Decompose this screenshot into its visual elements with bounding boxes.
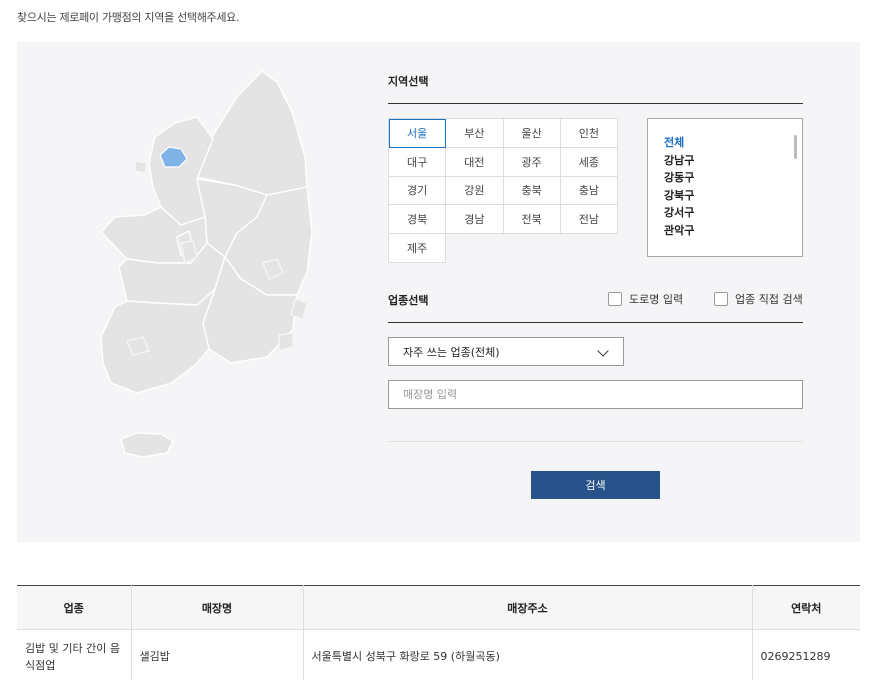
checkbox-box[interactable] — [714, 292, 728, 306]
region-cell[interactable]: 부산 — [446, 119, 504, 148]
table-cell: 샐김밥 — [131, 629, 304, 680]
category-divider — [388, 322, 803, 323]
map-region-gangwon — [196, 70, 308, 196]
region-cell[interactable]: 울산 — [503, 119, 561, 148]
region-cell[interactable]: 광주 — [503, 147, 561, 177]
table-cell: 0269251289 — [760, 650, 831, 664]
chevron-down-icon — [597, 345, 609, 357]
district-item[interactable]: 강북구 — [664, 187, 802, 205]
region-cell[interactable]: 경기 — [389, 176, 447, 206]
region-cell[interactable]: 전북 — [503, 205, 561, 234]
map-region-jeonnam — [100, 288, 216, 394]
region-cell[interactable]: 인천 — [560, 119, 618, 148]
region-cell[interactable]: 충남 — [560, 176, 618, 206]
region-cell[interactable]: 대전 — [446, 147, 504, 177]
direct-category-label: 업종 직접 검색 — [735, 293, 803, 306]
results-body: 김밥 및 기타 간이 음식점업 샐김밥 서울특별시 성북구 화랑로 59 (하월곡동… — [17, 629, 860, 680]
column-header: 매장주소 — [303, 585, 753, 630]
region-cell[interactable]: 제주 — [389, 234, 447, 263]
search-panel: 지역선택 서울 부산 울산 인천 대구 대전 광주 세종 경기 강원 충북 충남 경북 경남 전북 전남 제주 … — [17, 42, 860, 542]
district-list[interactable]: 전체 강남구 강동구 강북구 강서구 관악구 — [647, 118, 803, 257]
district-item[interactable]: 강서구 — [664, 204, 802, 222]
district-item[interactable]: 강남구 — [664, 152, 802, 170]
region-cell[interactable]: 경남 — [446, 205, 504, 234]
region-grid: 서울 부산 울산 인천대구 대전 광주 세종경기 강원 충북 충남경북 경남 전북 전남제주 — [388, 118, 618, 263]
intro-text: 찾으시는 제로페이 가맹점의 지역을 선택해주세요. — [17, 11, 240, 24]
column-header: 연락처 — [752, 585, 860, 630]
store-name-input[interactable] — [388, 380, 803, 409]
search-button[interactable]: 검색 — [531, 471, 660, 499]
column-header: 업종 — [17, 585, 132, 630]
category-section-title: 업종선택 — [388, 294, 429, 307]
district-item[interactable]: 전체 — [664, 134, 802, 152]
region-cell[interactable]: 대구 — [389, 147, 447, 177]
direct-category-checkbox[interactable]: 업종 직접 검색 — [714, 291, 803, 307]
district-scrollbar[interactable] — [794, 135, 797, 159]
region-cell[interactable]: 세종 — [560, 147, 618, 177]
region-cell[interactable]: 경북 — [389, 205, 447, 234]
region-cell[interactable]: 충북 — [503, 176, 561, 206]
map-region-jeju — [120, 432, 174, 458]
map-region-busan — [278, 332, 294, 352]
table-row[interactable]: 김밥 및 기타 간이 음식점업 샐김밥 서울특별시 성북구 화랑로 59 (하월곡동… — [17, 629, 860, 680]
region-cell[interactable]: 서울 — [389, 119, 447, 148]
table-cell: 서울특별시 성북구 화랑로 59 (하월곡동) — [303, 629, 753, 680]
district-item[interactable]: 관악구 — [664, 222, 802, 240]
region-section-title: 지역선택 — [388, 75, 429, 88]
district-items: 전체 강남구 강동구 강북구 강서구 관악구 — [664, 134, 802, 240]
column-header: 매장명 — [131, 585, 304, 630]
category-select[interactable]: 자주 쓰는 업종(전체) — [388, 337, 624, 366]
checkbox-box[interactable] — [608, 292, 622, 306]
form-divider — [388, 441, 803, 442]
road-name-checkbox[interactable]: 도로명 입력 — [608, 291, 683, 307]
results-header-row: 업종 매장명 매장주소 연락처 — [17, 585, 860, 630]
results-table: 업종 매장명 매장주소 연락처 김밥 및 기타 간이 음식점업 샐김밥 서울특별시 성북구… — [17, 585, 860, 680]
district-item[interactable]: 강동구 — [664, 169, 802, 187]
table-cell: 김밥 및 기타 간이 음식점업 — [17, 629, 132, 680]
map-region-incheon-island — [134, 160, 148, 174]
region-cell[interactable]: 전남 — [560, 205, 618, 234]
road-name-label: 도로명 입력 — [629, 293, 684, 306]
region-divider — [388, 103, 803, 104]
region-cell[interactable]: 강원 — [446, 176, 504, 206]
category-select-value: 자주 쓰는 업종(전체) — [403, 345, 500, 359]
korea-map[interactable] — [97, 67, 337, 487]
